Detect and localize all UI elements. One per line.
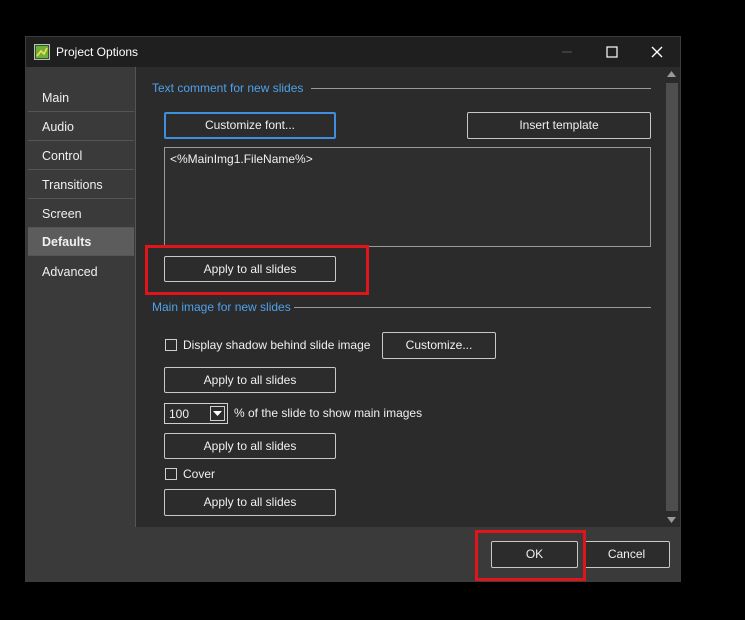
chevron-down-icon [213,410,222,416]
shadow-checkbox[interactable] [165,339,177,351]
sidebar-item-advanced[interactable]: Advanced [28,258,134,286]
percent-label: % of the slide to show main images [234,406,423,420]
dropdown-button[interactable] [210,406,225,421]
title-bar[interactable]: Project Options [26,37,680,67]
apply-size-to-all-slides-button[interactable]: Apply to all slides [164,433,336,459]
apply-shadow-to-all-slides-button[interactable]: Apply to all slides [164,367,336,393]
sidebar-item-control[interactable]: Control [28,142,134,170]
sidebar-item-transitions[interactable]: Transitions [28,171,134,199]
cover-checkbox[interactable] [165,468,177,480]
options-sidebar: Main Audio Control Transitions Screen De… [26,67,136,527]
highlight-box [145,245,369,295]
percent-value: 100 [169,407,190,421]
customize-shadow-button[interactable]: Customize... [382,332,496,359]
main-image-percent-select[interactable]: 100 [164,403,228,424]
scroll-down-icon[interactable] [667,517,676,523]
maximize-button[interactable] [589,37,635,67]
maximize-icon [606,46,618,58]
highlight-box [475,530,586,581]
scroll-thumb[interactable] [666,83,678,511]
cancel-button[interactable]: Cancel [583,541,670,568]
vertical-scrollbar[interactable] [664,67,679,527]
comment-text-area[interactable]: <%MainImg1.FileName%> [164,147,651,247]
text-section-heading: Text comment for new slides [152,81,304,95]
section-divider [294,307,651,308]
defaults-panel: Text comment for new slides Customize fo… [137,67,663,527]
close-button[interactable] [634,37,680,67]
sidebar-item-defaults[interactable]: Defaults [28,228,134,256]
insert-template-button[interactable]: Insert template [467,112,651,139]
minimize-button[interactable] [544,37,590,67]
sidebar-item-main[interactable]: Main [28,84,134,112]
customize-font-button[interactable]: Customize font... [164,112,336,139]
sidebar-item-screen[interactable]: Screen [28,200,134,228]
section-divider [311,88,651,89]
sidebar-item-audio[interactable]: Audio [28,113,134,141]
scroll-up-icon[interactable] [667,71,676,77]
app-icon [34,44,50,60]
image-section-heading: Main image for new slides [152,300,291,314]
window-title: Project Options [56,45,139,59]
cover-label: Cover [183,467,216,481]
apply-cover-to-all-slides-button[interactable]: Apply to all slides [164,489,336,516]
close-icon [651,46,663,58]
project-options-window: Project Options Main Audio Control Trans… [25,36,681,582]
shadow-label: Display shadow behind slide image [183,338,371,352]
minimize-icon [562,51,572,53]
